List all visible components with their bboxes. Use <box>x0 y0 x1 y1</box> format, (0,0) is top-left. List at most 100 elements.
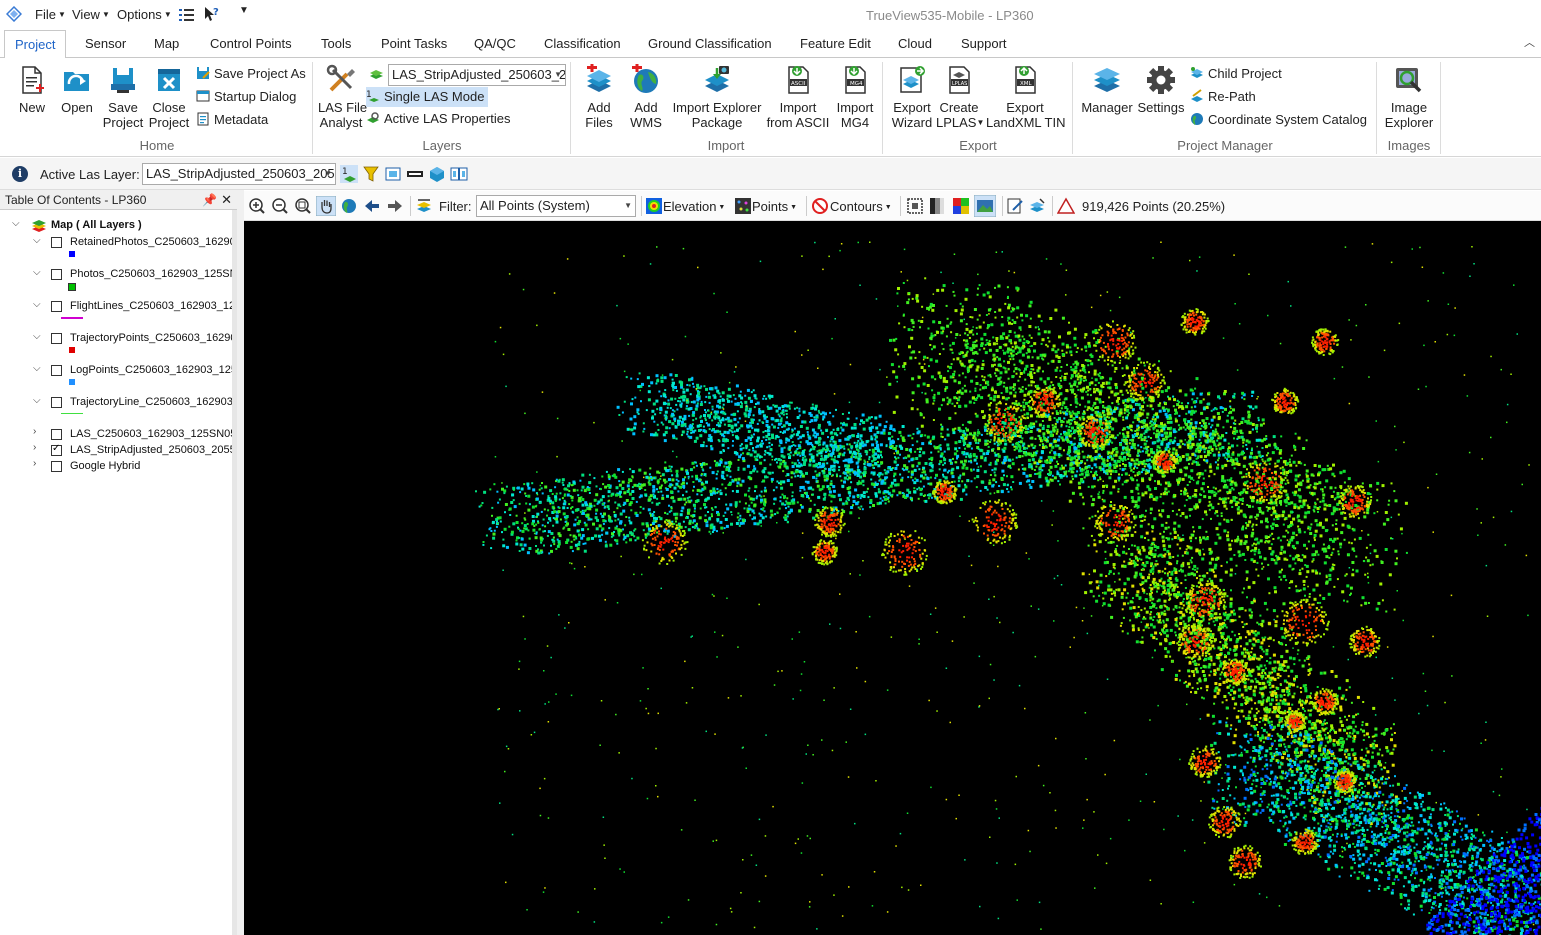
edit-icon[interactable] <box>1006 197 1024 215</box>
tab-sensor[interactable]: Sensor <box>85 36 126 51</box>
tab-map[interactable]: Map <box>154 36 179 51</box>
tab-support[interactable]: Support <box>961 36 1007 51</box>
import-mg4-button[interactable]: MG4 Import MG4 <box>834 64 876 130</box>
tab-cloud[interactable]: Cloud <box>898 36 932 51</box>
back-arrow-icon[interactable] <box>363 197 381 215</box>
contours-dropdown[interactable]: Contours ▼ <box>830 199 892 214</box>
export-landxml-tin-button[interactable]: XML Export LandXML TIN <box>986 64 1066 130</box>
tab-control-points[interactable]: Control Points <box>210 36 292 51</box>
tab-ground-classification[interactable]: Ground Classification <box>648 36 772 51</box>
startup-dialog-button[interactable]: Startup Dialog <box>196 87 296 107</box>
ortho-image-icon[interactable] <box>974 195 996 217</box>
options-menu[interactable]: Options ▼ <box>117 7 172 22</box>
tab-project[interactable]: Project <box>4 30 67 58</box>
tab-qa-qc[interactable]: QA/QC <box>474 36 516 51</box>
expand-toggle-icon[interactable]: ⌵ <box>12 218 20 229</box>
filter-layers-icon[interactable] <box>415 197 433 215</box>
save-project-as-button[interactable]: Save Project As <box>196 64 306 84</box>
classify-icon[interactable] <box>1028 197 1046 215</box>
expand-toggle-icon[interactable]: › <box>33 426 36 437</box>
create-lplas-button[interactable]: LPLAS Create LPLAS▼ <box>936 64 984 130</box>
3d-view-icon[interactable] <box>428 165 446 183</box>
info-icon[interactable]: i <box>12 166 28 182</box>
manager-button[interactable]: Manager <box>1078 64 1136 115</box>
toc-layer-item[interactable]: Photos_C250603_162903_125SN0 <box>70 268 232 280</box>
open-button[interactable]: Open <box>60 64 94 115</box>
toc-layer-item[interactable]: Google Hybrid <box>70 460 232 472</box>
panel-splitter[interactable] <box>237 190 244 935</box>
single-las-mode-button[interactable]: 1 Single LAS Mode <box>366 87 489 107</box>
points-display-icon[interactable] <box>734 197 752 215</box>
tab-tools[interactable]: Tools <box>321 36 351 51</box>
expand-toggle-icon[interactable]: ⌵ <box>33 363 41 374</box>
layer-visibility-checkbox[interactable] <box>51 397 62 408</box>
profile-icon[interactable] <box>406 165 424 183</box>
view-menu[interactable]: View ▼ <box>72 7 110 22</box>
zoom-to-layer-icon[interactable] <box>384 165 402 183</box>
collapse-ribbon-icon[interactable]: ︿ <box>1524 34 1535 50</box>
expand-toggle-icon[interactable]: › <box>33 442 36 453</box>
layer-visibility-checkbox[interactable] <box>51 429 62 440</box>
toc-layer-item[interactable]: TrajectoryLine_C250603_162903_1 <box>70 396 232 408</box>
full-extent-globe-icon[interactable] <box>340 197 358 215</box>
expand-toggle-icon[interactable]: › <box>33 458 36 469</box>
toc-layer-item[interactable]: RetainedPhotos_C250603_162903 <box>70 236 232 248</box>
intensity-icon[interactable] <box>928 197 946 215</box>
metadata-button[interactable]: Metadata <box>196 110 268 130</box>
active-las-properties-button[interactable]: Active LAS Properties <box>366 109 510 129</box>
close-icon[interactable]: ✕ <box>221 190 232 210</box>
layer-visibility-checkbox[interactable] <box>51 237 62 248</box>
toc-layer-item[interactable]: FlightLines_C250603_162903_125 <box>70 300 232 312</box>
file-menu[interactable]: File ▼ <box>35 7 66 22</box>
zoom-out-icon[interactable] <box>271 197 289 215</box>
pin-icon[interactable]: 📌 <box>202 190 217 210</box>
expand-toggle-icon[interactable]: ⌵ <box>33 235 41 246</box>
forward-arrow-icon[interactable] <box>386 197 404 215</box>
save-project-button[interactable]: Save Project <box>102 64 144 130</box>
layer-visibility-checkbox[interactable] <box>51 301 62 312</box>
no-contours-icon[interactable] <box>811 197 829 215</box>
tab-classification[interactable]: Classification <box>544 36 621 51</box>
child-project-button[interactable]: Child Project <box>1190 64 1282 84</box>
points-dropdown[interactable]: Points ▼ <box>752 199 797 214</box>
expand-toggle-icon[interactable]: ⌵ <box>33 331 41 342</box>
import-from-ascii-button[interactable]: ASCII Import from ASCII <box>766 64 830 130</box>
new-button[interactable]: New <box>15 64 49 115</box>
zoom-extent-icon[interactable] <box>294 197 312 215</box>
add-wms-button[interactable]: Add WMS <box>626 64 666 130</box>
customize-toolbar-icon[interactable]: ▼ <box>239 5 249 16</box>
image-explorer-button[interactable]: Image Explorer <box>1380 64 1438 130</box>
toc-layer-item[interactable]: TrajectoryPoints_C250603_162903 <box>70 332 232 344</box>
expand-toggle-icon[interactable]: ⌵ <box>33 267 41 278</box>
tab-point-tasks[interactable]: Point Tasks <box>381 36 447 51</box>
elevation-dropdown[interactable]: Elevation ▼ <box>663 199 725 214</box>
layer-visibility-checkbox[interactable] <box>51 461 62 472</box>
coordinate-system-catalog-button[interactable]: Coordinate System Catalog <box>1190 110 1367 130</box>
re-path-button[interactable]: Re-Path <box>1190 87 1256 107</box>
add-files-button[interactable]: Add Files <box>580 64 618 130</box>
toc-layer-item[interactable]: LogPoints_C250603_162903_125S <box>70 364 232 376</box>
layer-visibility-checkbox[interactable] <box>51 365 62 376</box>
las-layer-select[interactable]: LAS_StripAdjusted_250603_2 ▼ <box>388 64 566 86</box>
active-las-layer-select[interactable]: LAS_StripAdjusted_250603_205 ▼ <box>142 163 336 185</box>
select-area-icon[interactable] <box>906 197 924 215</box>
list-icon[interactable] <box>179 8 194 22</box>
single-las-mode-icon[interactable]: 1 <box>340 165 358 183</box>
whats-this-icon[interactable]: ? <box>204 6 220 22</box>
tab-feature-edit[interactable]: Feature Edit <box>800 36 871 51</box>
settings-button[interactable]: Settings <box>1136 64 1186 115</box>
layer-visibility-checkbox[interactable] <box>51 269 62 280</box>
filter-select[interactable]: All Points (System) ▼ <box>476 195 636 217</box>
layer-visibility-checkbox[interactable] <box>51 333 62 344</box>
rgb-icon[interactable] <box>952 197 970 215</box>
export-wizard-button[interactable]: Export Wizard <box>890 64 934 130</box>
layer-visibility-checkbox[interactable] <box>51 443 62 456</box>
multi-view-icon[interactable] <box>450 165 468 183</box>
expand-toggle-icon[interactable]: ⌵ <box>33 299 41 310</box>
map-view[interactable] <box>244 221 1541 935</box>
pan-hand-icon[interactable] <box>316 196 336 216</box>
elevation-colors-icon[interactable] <box>645 197 663 215</box>
expand-toggle-icon[interactable]: ⌵ <box>33 395 41 406</box>
toc-root-map[interactable]: Map ( All Layers ) <box>51 219 142 231</box>
filter-icon[interactable] <box>362 165 380 183</box>
